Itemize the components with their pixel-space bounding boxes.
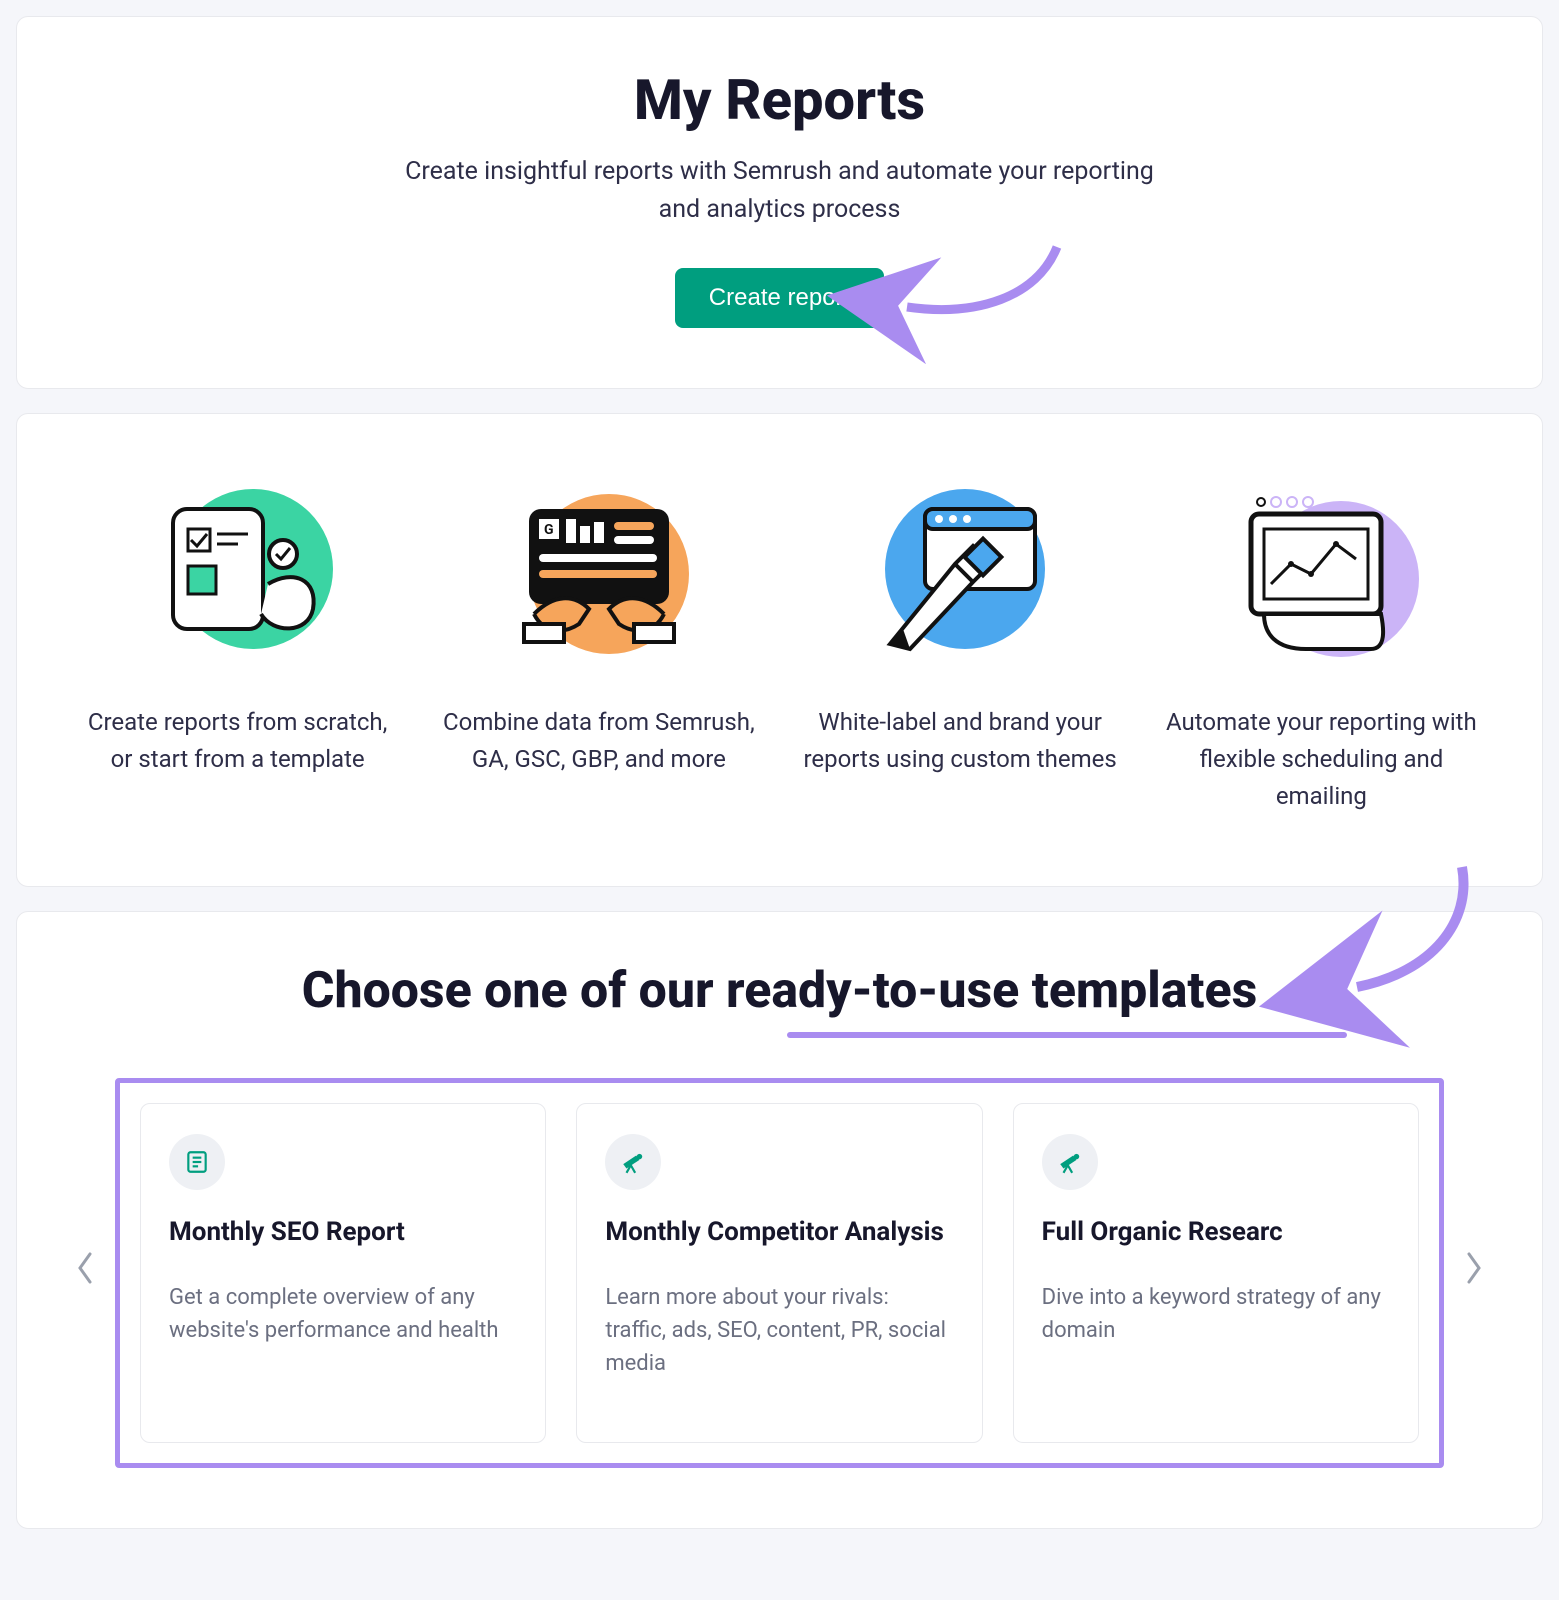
feature-create-from-scratch: Create reports from scratch, or start fr… xyxy=(77,474,398,816)
annotation-underline xyxy=(787,1032,1347,1038)
monitor-chart-illustration-icon xyxy=(1216,474,1426,664)
document-icon xyxy=(169,1134,225,1190)
template-title: Monthly SEO Report xyxy=(169,1216,517,1250)
templates-heading: Choose one of our ready-to-use templates xyxy=(67,962,1492,1020)
chevron-right-icon xyxy=(1464,1251,1484,1294)
template-desc: Dive into a keyword strategy of any doma… xyxy=(1042,1281,1390,1347)
template-card-competitor-analysis[interactable]: Monthly Competitor Analysis Learn more a… xyxy=(576,1103,982,1443)
pencil-window-illustration-icon xyxy=(855,474,1065,664)
template-grid-highlight: Monthly SEO Report Get a complete overvi… xyxy=(115,1078,1444,1468)
feature-combine-data: G Combine data from Semrush, GA, GSC, GB… xyxy=(438,474,759,816)
checklist-illustration-icon xyxy=(133,474,343,664)
page-title: My Reports xyxy=(77,67,1482,133)
template-desc: Get a complete overview of any website's… xyxy=(169,1281,517,1347)
page-subtitle: Create insightful reports with Semrush a… xyxy=(390,153,1170,228)
feature-text: Combine data from Semrush, GA, GSC, GBP,… xyxy=(438,704,759,778)
templates-card: Choose one of our ready-to-use templates… xyxy=(16,911,1543,1529)
svg-text:G: G xyxy=(544,522,554,538)
create-report-button[interactable]: Create report xyxy=(675,268,884,328)
tablet-data-illustration-icon: G xyxy=(494,474,704,664)
feature-text: Create reports from scratch, or start fr… xyxy=(77,704,398,778)
feature-text: Automate your reporting with flexible sc… xyxy=(1161,704,1482,816)
feature-automate: Automate your reporting with flexible sc… xyxy=(1161,474,1482,816)
carousel-prev-button[interactable] xyxy=(67,1243,103,1303)
feature-text: White-label and brand your reports using… xyxy=(800,704,1121,778)
hero-card: My Reports Create insightful reports wit… xyxy=(16,16,1543,389)
template-card-monthly-seo[interactable]: Monthly SEO Report Get a complete overvi… xyxy=(140,1103,546,1443)
telescope-icon xyxy=(1042,1134,1098,1190)
feature-white-label: White-label and brand your reports using… xyxy=(800,474,1121,816)
telescope-icon xyxy=(605,1134,661,1190)
features-card: Create reports from scratch, or start fr… xyxy=(16,413,1543,887)
carousel-next-button[interactable] xyxy=(1456,1243,1492,1303)
chevron-left-icon xyxy=(75,1251,95,1294)
annotation-arrow-icon xyxy=(887,237,1067,337)
templates-carousel: Monthly SEO Report Get a complete overvi… xyxy=(67,1078,1492,1468)
template-title: Full Organic Researc xyxy=(1042,1216,1390,1250)
template-card-organic-research[interactable]: Full Organic Researc Dive into a keyword… xyxy=(1013,1103,1419,1443)
template-title: Monthly Competitor Analysis xyxy=(605,1216,953,1250)
template-desc: Learn more about your rivals: traffic, a… xyxy=(605,1281,953,1380)
